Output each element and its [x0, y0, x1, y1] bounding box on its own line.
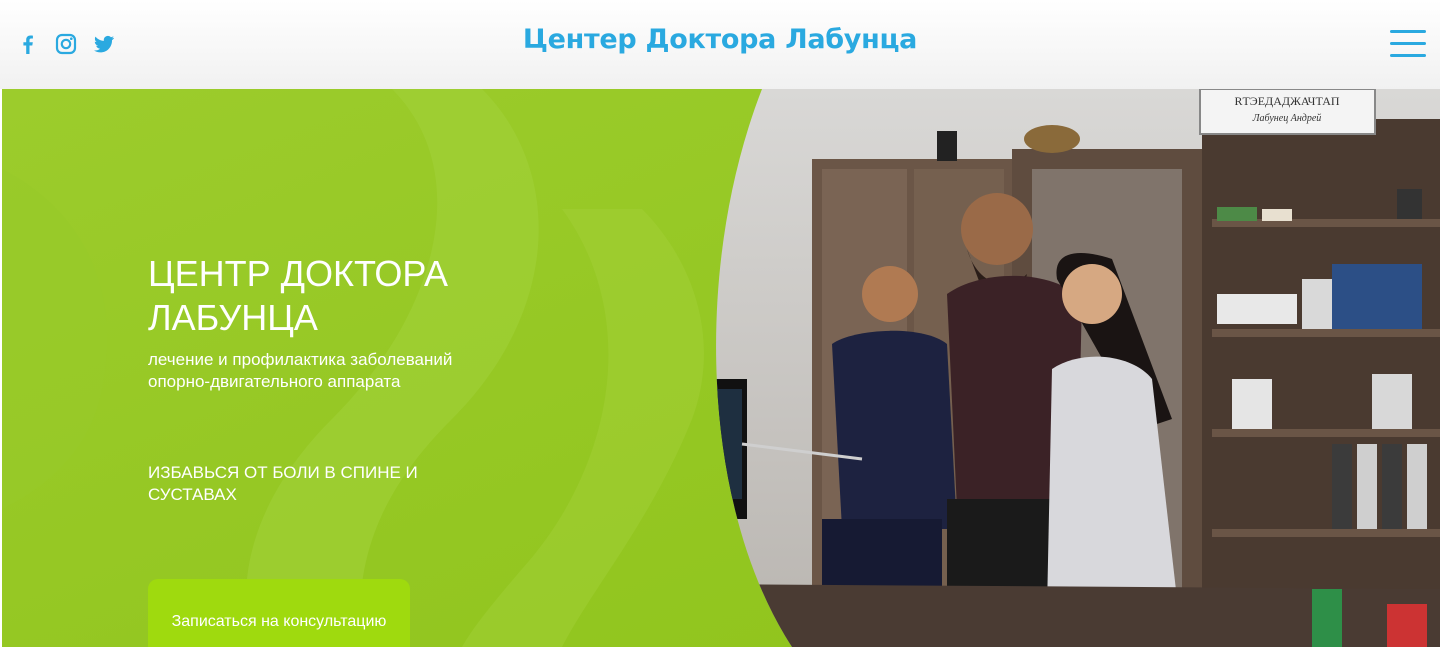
hero-subtitle: лечение и профилактика заболеваний опорн… [148, 350, 453, 391]
photo-sign-line1: RТЭЕДАДЖАЧТАП [1234, 94, 1339, 108]
photo-sign-line2: Лабунец Андрей [1252, 113, 1322, 124]
site-header: Центер Доктора Лабунца [0, 0, 1440, 89]
hero-title: ЦЕНТР ДОКТОРА ЛАБУНЦА [148, 253, 448, 338]
hamburger-menu-icon[interactable] [1390, 30, 1426, 58]
hero-tagline: ИЗБАВЬСЯ ОТ БОЛИ В СПИНЕ И СУСТАВАХ [148, 463, 418, 504]
hero-banner: RТЭЕДАДЖАЧТАП Лабунец Андрей ЦЕНТР ДОКТО… [2, 89, 1440, 647]
site-brand[interactable]: Центер Доктора Лабунца [0, 24, 1440, 55]
book-consultation-button[interactable]: Записаться на консультацию [148, 579, 410, 647]
